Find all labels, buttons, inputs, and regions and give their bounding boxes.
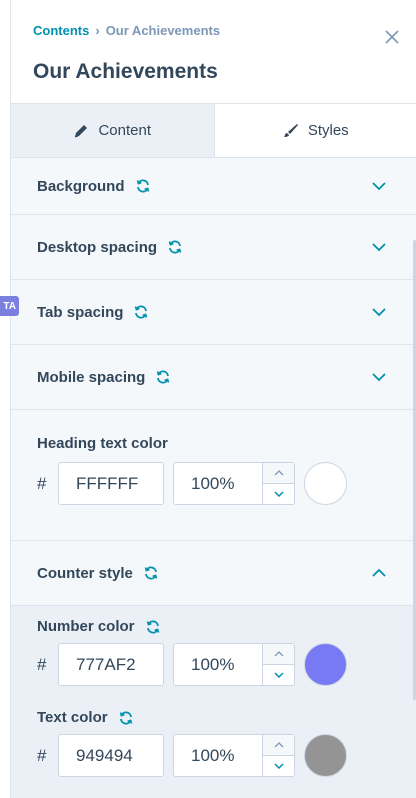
chevron-down-icon bbox=[371, 369, 387, 385]
sync-icon bbox=[133, 304, 149, 320]
sidebar-panel: Contents › Our Achievements Our Achievem… bbox=[10, 0, 416, 798]
text-color-label: Text color bbox=[37, 709, 108, 726]
decrement-button[interactable] bbox=[263, 484, 294, 504]
chevron-down-icon bbox=[273, 763, 284, 769]
pencil-icon bbox=[75, 124, 88, 137]
number-color-label: Number color bbox=[37, 618, 135, 635]
heading-hex-input[interactable] bbox=[58, 462, 164, 505]
number-color-label-row: Number color bbox=[37, 618, 391, 635]
decrement-button[interactable] bbox=[263, 756, 294, 776]
sync-icon bbox=[155, 369, 171, 385]
side-badge[interactable]: TA bbox=[0, 296, 19, 316]
section-tab-spacing[interactable]: Tab spacing bbox=[11, 280, 416, 345]
breadcrumb: Contents › Our Achievements bbox=[33, 23, 220, 38]
text-opacity-input[interactable] bbox=[174, 735, 262, 776]
section-label: Desktop spacing bbox=[37, 238, 158, 256]
hash-symbol: # bbox=[37, 473, 47, 493]
close-button[interactable] bbox=[382, 27, 402, 47]
section-mobile-spacing[interactable]: Mobile spacing bbox=[11, 345, 416, 410]
sync-icon bbox=[145, 619, 161, 635]
sync-icon bbox=[143, 565, 159, 581]
text-hex-input[interactable] bbox=[58, 734, 164, 777]
breadcrumb-separator: › bbox=[95, 23, 100, 38]
brush-icon bbox=[283, 123, 298, 137]
section-label: Counter style bbox=[37, 564, 133, 582]
breadcrumb-current: Our Achievements bbox=[105, 23, 221, 38]
section-counter-style[interactable]: Counter style bbox=[11, 541, 416, 606]
tab-content-label: Content bbox=[98, 122, 152, 139]
sync-icon bbox=[135, 178, 151, 194]
text-opacity-field bbox=[173, 734, 295, 777]
chevron-up-icon bbox=[274, 470, 283, 476]
chevron-up-icon bbox=[274, 742, 283, 748]
section-desktop-spacing[interactable]: Desktop spacing bbox=[11, 215, 416, 280]
breadcrumb-parent-link[interactable]: Contents bbox=[33, 23, 89, 38]
section-label: Mobile spacing bbox=[37, 368, 146, 386]
opacity-stepper bbox=[262, 735, 294, 776]
chevron-up-icon bbox=[371, 565, 387, 581]
text-color-label-row: Text color bbox=[37, 709, 391, 726]
section-label: Background bbox=[37, 177, 125, 195]
close-icon bbox=[385, 30, 399, 44]
number-hex-input[interactable] bbox=[58, 643, 164, 686]
number-color-swatch[interactable] bbox=[304, 643, 347, 686]
number-color-row: # bbox=[37, 643, 391, 686]
number-color-block: Number color # bbox=[11, 606, 416, 701]
heading-opacity-input[interactable] bbox=[174, 463, 262, 504]
heading-color-row: # bbox=[37, 462, 391, 505]
text-color-swatch[interactable] bbox=[304, 734, 347, 777]
counter-style-panel: Number color # 777AF2 100% Text color # … bbox=[11, 606, 416, 798]
text-color-row: # bbox=[37, 734, 391, 777]
sync-icon bbox=[118, 710, 134, 726]
increment-button[interactable] bbox=[263, 463, 294, 484]
opacity-stepper bbox=[262, 463, 294, 504]
heading-color-block: Heading text color # bbox=[11, 410, 416, 541]
increment-button[interactable] bbox=[263, 644, 294, 665]
chevron-down-icon bbox=[371, 239, 387, 255]
tab-content[interactable]: Content bbox=[11, 104, 215, 157]
heading-color-swatch[interactable] bbox=[304, 462, 347, 505]
section-label: Tab spacing bbox=[37, 303, 124, 321]
hash-symbol: # bbox=[37, 745, 47, 765]
heading-color-label: Heading text color bbox=[37, 435, 168, 452]
heading-opacity-field bbox=[173, 462, 295, 505]
chevron-down-icon bbox=[273, 491, 284, 497]
styles-content: Background Desktop spacing Tab spacing M… bbox=[11, 158, 416, 798]
sync-icon bbox=[167, 239, 183, 255]
chevron-down-icon bbox=[371, 178, 387, 194]
page-title: Our Achievements bbox=[33, 60, 218, 83]
increment-button[interactable] bbox=[263, 735, 294, 756]
number-opacity-field bbox=[173, 643, 295, 686]
chevron-down-icon bbox=[273, 672, 284, 678]
decrement-button[interactable] bbox=[263, 665, 294, 685]
tab-styles[interactable]: Styles bbox=[214, 104, 416, 157]
chevron-up-icon bbox=[274, 651, 283, 657]
section-background[interactable]: Background bbox=[11, 158, 416, 215]
hash-symbol: # bbox=[37, 654, 47, 674]
tab-bar: Content Styles bbox=[11, 103, 416, 158]
tab-styles-label: Styles bbox=[307, 122, 349, 139]
number-opacity-input[interactable] bbox=[174, 644, 262, 685]
chevron-down-icon bbox=[371, 304, 387, 320]
opacity-stepper bbox=[262, 644, 294, 685]
text-color-block: Text color # bbox=[11, 701, 416, 798]
